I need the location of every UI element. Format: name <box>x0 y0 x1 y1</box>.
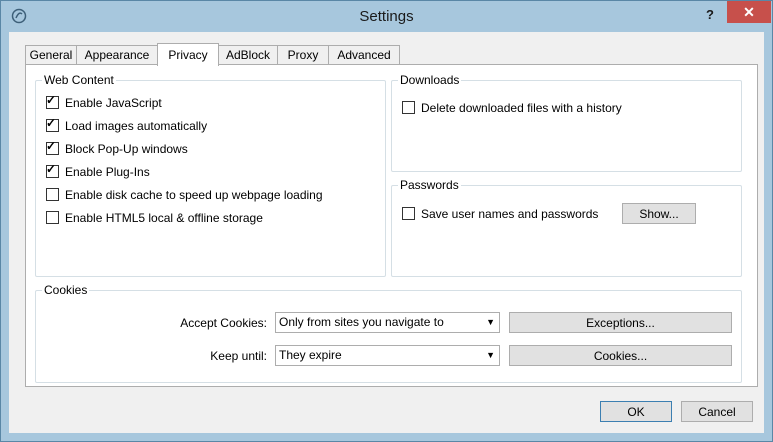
tab-general[interactable]: General <box>25 45 77 65</box>
checkbox[interactable]: ✓ <box>46 93 59 110</box>
html5-storage-option[interactable]: Enable HTML5 local & offline storage <box>46 210 263 226</box>
check-icon: ✓ <box>46 116 57 131</box>
accept-cookies-select[interactable]: Only from sites you navigate to ▼ <box>275 312 500 333</box>
passwords-title: Passwords <box>398 178 461 192</box>
option-label: Save user names and passwords <box>421 207 599 221</box>
keep-until-label: Keep until: <box>210 349 267 363</box>
checkbox[interactable] <box>46 211 59 225</box>
accept-cookies-value: Only from sites you navigate to <box>279 315 444 329</box>
ok-button[interactable]: OK <box>600 401 672 422</box>
option-label: Load images automatically <box>65 119 208 133</box>
checkbox[interactable] <box>402 101 415 115</box>
close-button[interactable]: ✕ <box>727 1 771 23</box>
checkbox[interactable]: ✓ <box>46 162 59 179</box>
block-popups-option[interactable]: ✓ Block Pop-Up windows <box>46 139 188 157</box>
cookies-group: Cookies Accept Cookies: Only from sites … <box>35 283 742 383</box>
checkbox[interactable]: ✓ <box>46 139 59 156</box>
enable-javascript-option[interactable]: ✓ Enable JavaScript <box>46 93 162 111</box>
checkbox[interactable]: ✓ <box>46 116 59 133</box>
save-passwords-option[interactable]: Save user names and passwords <box>402 206 598 222</box>
downloads-group: Downloads Delete downloaded files with a… <box>391 73 742 172</box>
cancel-button[interactable]: Cancel <box>681 401 753 422</box>
tab-privacy[interactable]: Privacy <box>157 43 219 66</box>
option-label: Enable Plug-Ins <box>65 165 150 179</box>
option-label: Enable HTML5 local & offline storage <box>65 211 263 225</box>
accept-cookies-label: Accept Cookies: <box>180 316 267 330</box>
show-passwords-button[interactable]: Show... <box>622 203 696 224</box>
checkbox[interactable] <box>46 188 59 202</box>
option-label: Enable JavaScript <box>65 96 162 110</box>
enable-plugins-option[interactable]: ✓ Enable Plug-Ins <box>46 162 150 180</box>
passwords-group: Passwords Save user names and passwords … <box>391 178 742 277</box>
check-icon: ✓ <box>46 139 57 154</box>
web-content-title: Web Content <box>42 73 116 87</box>
check-icon: ✓ <box>46 93 57 108</box>
load-images-option[interactable]: ✓ Load images automatically <box>46 116 208 134</box>
delete-downloads-option[interactable]: Delete downloaded files with a history <box>402 100 622 116</box>
tab-adblock[interactable]: AdBlock <box>218 45 278 65</box>
privacy-panel: Web Content ✓ Enable JavaScript ✓ Load ima… <box>25 64 758 387</box>
option-label: Delete downloaded files with a history <box>421 101 622 115</box>
cookies-title: Cookies <box>42 283 90 297</box>
disk-cache-option[interactable]: Enable disk cache to speed up webpage lo… <box>46 187 323 203</box>
option-label: Block Pop-Up windows <box>65 142 188 156</box>
option-label: Enable disk cache to speed up webpage lo… <box>65 188 323 202</box>
help-button[interactable]: ? <box>697 5 723 25</box>
window-title: Settings <box>359 8 414 25</box>
exceptions-button[interactable]: Exceptions... <box>509 312 732 333</box>
dropdown-arrow-icon: ▼ <box>486 350 495 360</box>
check-icon: ✓ <box>46 162 57 177</box>
downloads-title: Downloads <box>398 73 462 87</box>
tab-advanced[interactable]: Advanced <box>328 45 400 65</box>
checkbox[interactable] <box>402 207 415 221</box>
cookies-button[interactable]: Cookies... <box>509 345 732 366</box>
settings-window: Settings ? ✕ General Appearance Privacy … <box>0 0 773 442</box>
tab-appearance[interactable]: Appearance <box>76 45 158 65</box>
title-bar[interactable]: Settings ? ✕ <box>1 1 772 31</box>
dialog-body: General Appearance Privacy AdBlock Proxy… <box>9 32 764 433</box>
web-content-group: Web Content ✓ Enable JavaScript ✓ Load ima… <box>35 73 386 277</box>
keep-until-value: They expire <box>279 348 342 362</box>
keep-until-select[interactable]: They expire ▼ <box>275 345 500 366</box>
tab-proxy[interactable]: Proxy <box>277 45 329 65</box>
dropdown-arrow-icon: ▼ <box>486 317 495 327</box>
